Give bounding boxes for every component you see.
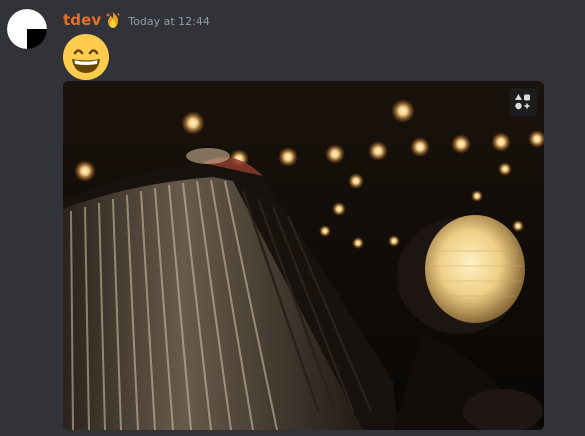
timestamp[interactable]: Today at 12:44 (128, 15, 210, 28)
avatar-image (7, 9, 47, 49)
grinning-face-emoji[interactable] (62, 33, 110, 81)
user-avatar[interactable] (7, 9, 47, 49)
image-attachment[interactable] (63, 81, 544, 430)
username[interactable]: tdev (63, 11, 101, 29)
car-image (63, 81, 544, 430)
message-header: tdev Today at 12:44 (63, 10, 210, 30)
chat-message: tdev Today at 12:44 (0, 0, 585, 436)
gif-shapes-icon[interactable] (509, 88, 537, 116)
fire-badge-icon[interactable] (104, 11, 122, 29)
